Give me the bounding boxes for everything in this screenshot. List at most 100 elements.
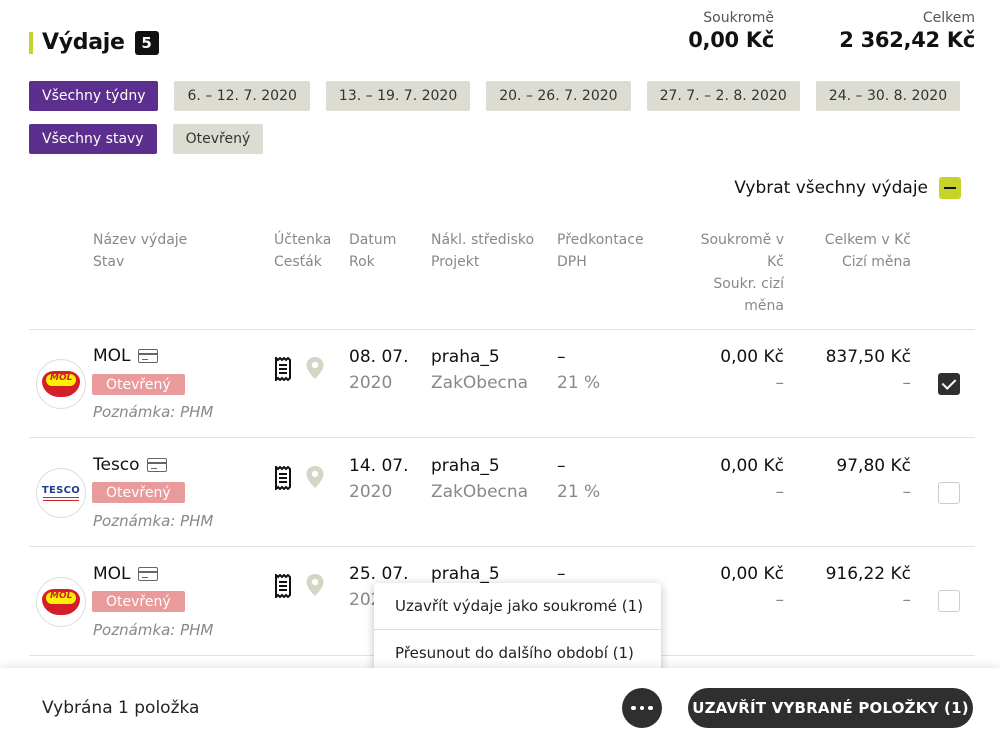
receipt-icon[interactable] — [274, 574, 292, 598]
private-amount: 0,00 Kč — [720, 564, 784, 584]
week-chip[interactable]: 13. – 19. 7. 2020 — [325, 81, 471, 111]
column-header-line: Účtenka — [274, 232, 332, 248]
state-chip-all[interactable]: Všechny stavy — [29, 124, 157, 154]
accounting: – — [557, 456, 566, 476]
location-pin-icon[interactable] — [305, 465, 325, 489]
title-group: Výdaje 5 — [29, 30, 159, 55]
cost-center: praha_5 — [431, 564, 500, 584]
menu-item-close-as-private[interactable]: Uzavřít výdaje jako soukromé (1) — [374, 583, 661, 629]
column-header-line: Soukr. cizí — [713, 276, 784, 292]
private-amount: 0,00 Kč — [720, 347, 784, 367]
week-chip[interactable]: 27. 7. – 2. 8. 2020 — [646, 81, 800, 111]
location-pin-icon[interactable] — [305, 573, 325, 597]
week-chip[interactable]: 20. – 26. 7. 2020 — [486, 81, 631, 111]
table-row[interactable]: MOL MOL Otevřený Poznámka: PHM 08. 07. 2… — [0, 330, 1000, 438]
private-foreign-amount: – — [775, 482, 785, 502]
column-header-line: Stav — [93, 254, 125, 270]
project: ZakObecna — [431, 373, 529, 393]
private-amount: 0,00 Kč — [720, 456, 784, 476]
column-header-line: Předkontace — [557, 232, 644, 248]
column-header-name[interactable]: Název výdaje Stav — [93, 229, 187, 273]
cost-center: praha_5 — [431, 456, 500, 476]
week-chip[interactable]: 6. – 12. 7. 2020 — [174, 81, 310, 111]
private-foreign-amount: – — [775, 590, 785, 610]
vat-rate: 21 % — [557, 373, 601, 393]
column-header-cost-center[interactable]: Nákl. středisko Projekt — [431, 229, 534, 273]
expense-count-badge: 5 — [134, 30, 159, 55]
week-filter: Všechny týdny 6. – 12. 7. 2020 13. – 19.… — [29, 81, 976, 111]
merchant-name-line: MOL — [93, 564, 158, 584]
total-amount: 837,50 Kč — [825, 347, 911, 367]
credit-card-icon — [146, 458, 167, 472]
tesco-logo: TESCO — [36, 468, 86, 518]
credit-card-icon — [137, 349, 158, 363]
column-header-line: Cizí měna — [841, 254, 911, 270]
week-chip[interactable]: 24. – 30. 8. 2020 — [815, 81, 961, 111]
column-header-line: Projekt — [431, 254, 480, 270]
week-chip-all[interactable]: Všechny týdny — [29, 81, 159, 111]
mol-logo: MOL — [36, 359, 86, 409]
receipt-icon[interactable] — [274, 357, 292, 381]
more-dots-icon — [631, 705, 636, 711]
table-row[interactable]: TESCO Tesco Otevřený Poznámka: PHM 14. 0… — [0, 438, 1000, 546]
row-checkbox[interactable] — [938, 590, 960, 612]
merchant-name: MOL — [93, 346, 131, 366]
accounting: – — [557, 564, 566, 584]
private-summary-label: Soukromě — [703, 10, 774, 26]
selection-footer: Vybrána 1 položka UZAVŘÍT VYBRANÉ POLOŽK… — [0, 668, 1000, 736]
receipt-icon[interactable] — [274, 466, 292, 490]
column-header-line: Nákl. středisko — [431, 232, 535, 248]
title-accent-bar — [29, 31, 33, 54]
merchant-name-line: Tesco — [93, 455, 167, 475]
expense-year: 2020 — [349, 373, 393, 393]
mol-logo-text: MOL — [50, 591, 73, 601]
row-checkbox[interactable] — [938, 373, 960, 395]
column-header-date[interactable]: Datum Rok — [349, 229, 396, 273]
tesco-logo-text: TESCO — [41, 485, 81, 496]
column-header-line: Datum — [349, 232, 397, 248]
expense-date: 14. 07. — [349, 456, 409, 476]
accounting: – — [557, 347, 566, 367]
column-header-private[interactable]: Soukromě v Kč Soukr. cizí měna — [701, 229, 784, 317]
expense-note: Poznámka: PHM — [93, 403, 214, 421]
more-dots-icon — [639, 705, 645, 711]
total-foreign-amount: – — [902, 590, 912, 610]
mol-logo-text: MOL — [50, 373, 73, 383]
status-badge: Otevřený — [92, 374, 185, 395]
expense-date: 08. 07. — [349, 347, 409, 367]
expense-note: Poznámka: PHM — [93, 621, 214, 639]
select-all-label: Vybrat všechny výdaje — [734, 178, 928, 198]
total-foreign-amount: – — [902, 482, 912, 502]
column-header-total[interactable]: Celkem v Kč Cizí měna — [825, 229, 911, 273]
expense-year: 2020 — [349, 482, 393, 502]
vat-rate: 21 % — [557, 482, 601, 502]
total-summary-value: 2 362,42 Kč — [839, 28, 975, 52]
column-header-line: Rok — [349, 254, 375, 270]
select-all-toggle[interactable]: Vybrat všechny výdaje — [734, 177, 961, 199]
location-pin-icon[interactable] — [305, 356, 325, 380]
column-header-line: Celkem v Kč — [824, 232, 911, 248]
more-dots-icon — [648, 705, 653, 711]
cost-center: praha_5 — [431, 347, 500, 367]
expense-note: Poznámka: PHM — [93, 512, 214, 530]
total-summary-label: Celkem — [922, 10, 975, 26]
state-filter: Všechny stavy Otevřený — [29, 124, 279, 154]
page-title: Výdaje — [42, 30, 125, 55]
column-header-line: DPH — [557, 254, 587, 270]
project: ZakObecna — [431, 482, 529, 502]
state-chip-open[interactable]: Otevřený — [172, 124, 264, 154]
private-foreign-amount: – — [775, 373, 785, 393]
close-selected-button[interactable]: UZAVŘÍT VYBRANÉ POLOŽKY (1) — [688, 688, 973, 728]
select-all-checkbox[interactable] — [939, 177, 961, 199]
column-header-accounting[interactable]: Předkontace DPH — [557, 229, 644, 273]
column-header-line: Kč — [767, 254, 784, 270]
status-badge: Otevřený — [92, 591, 185, 612]
page-header: Výdaje 5 Soukromě 0,00 Kč Celkem 2 362,4… — [0, 0, 1000, 80]
merchant-name: MOL — [93, 564, 131, 584]
merchant-name-line: MOL — [93, 346, 158, 366]
column-header-line: Soukromě v — [700, 232, 784, 248]
column-header-line: měna — [744, 298, 784, 314]
column-header-receipt[interactable]: Účtenka Cesťák — [274, 229, 331, 273]
row-checkbox[interactable] — [938, 482, 960, 504]
more-actions-button[interactable] — [622, 688, 662, 728]
